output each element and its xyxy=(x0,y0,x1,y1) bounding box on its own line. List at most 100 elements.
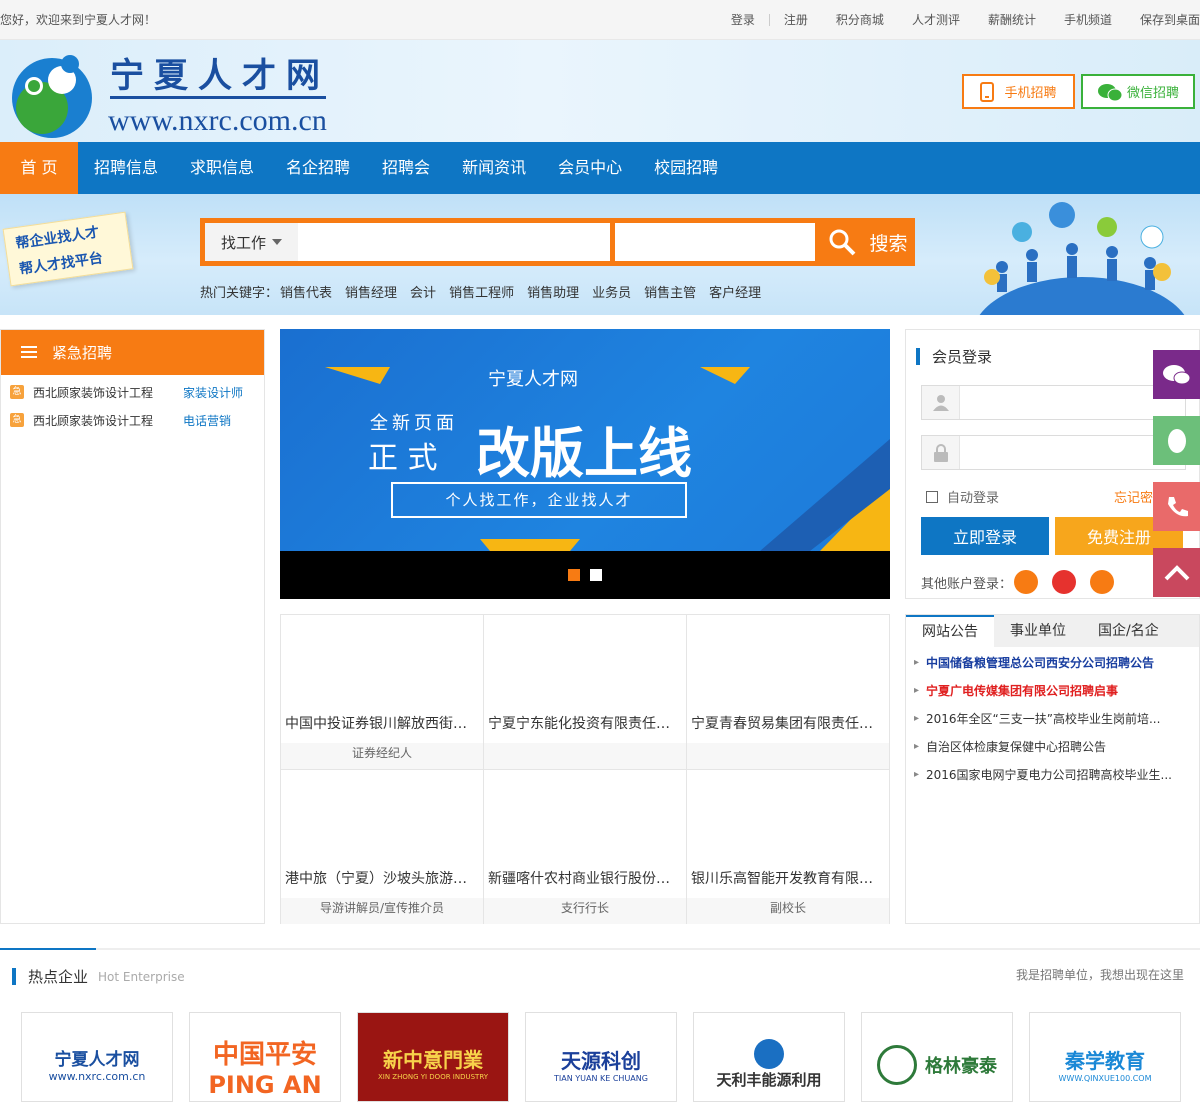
password-field[interactable] xyxy=(921,435,1186,470)
phone-float-button[interactable] xyxy=(1153,482,1200,531)
points-mall-link[interactable]: 积分商城 xyxy=(822,11,898,28)
nav-campus[interactable]: 校园招聘 xyxy=(638,142,734,194)
hot-keyword[interactable]: 销售主管 xyxy=(644,282,696,301)
company-job[interactable] xyxy=(484,743,686,769)
talent-test-link[interactable]: 人才测评 xyxy=(898,11,974,28)
back-to-top-button[interactable] xyxy=(1153,548,1200,597)
site-logo[interactable]: 宁夏人才网 www.nxrc.com.cn xyxy=(4,46,334,138)
enterprise-logo[interactable]: 天利丰能源利用 xyxy=(693,1012,845,1102)
enterprise-logo-text: 天源科创 xyxy=(561,1049,641,1073)
logo-url: www.nxrc.com.cn xyxy=(108,104,327,137)
notice-item[interactable]: 宁夏广电传媒集团有限公司招聘启事 xyxy=(906,677,1199,705)
register-link[interactable]: 注册 xyxy=(770,11,822,28)
company-name[interactable]: 宁夏宁东能化投资有限责任公司 xyxy=(484,713,686,733)
qq-login-icon[interactable] xyxy=(1014,570,1039,594)
nav-member-center[interactable]: 会员中心 xyxy=(542,142,638,194)
hot-keyword[interactable]: 业务员 xyxy=(592,282,631,301)
enterprise-logo[interactable]: 新中意門業 XIN ZHONG YI DOOR INDUSTRY xyxy=(357,1012,509,1102)
nav-famous-companies[interactable]: 名企招聘 xyxy=(270,142,366,194)
hot-keyword[interactable]: 客户经理 xyxy=(709,282,761,301)
hot-keyword[interactable]: 销售经理 xyxy=(345,282,397,301)
banner-image: 宁夏人才网 全新页面 正 式 改版上线 个人找工作，企业找人才 xyxy=(280,329,890,551)
hero-banner[interactable]: 宁夏人才网 全新页面 正 式 改版上线 个人找工作，企业找人才 xyxy=(280,329,890,599)
enterprise-logo[interactable]: 格林豪泰 xyxy=(861,1012,1013,1102)
urgent-job[interactable]: 家装设计师 xyxy=(183,384,243,401)
nav-news[interactable]: 新闻资讯 xyxy=(446,142,542,194)
nav-jobs[interactable]: 招聘信息 xyxy=(78,142,174,194)
location-input[interactable] xyxy=(615,223,815,261)
urgent-jobs-panel: 紧急招聘 急 西北顾家装饰设计工程 家装设计师 急 西北顾家装饰设计工程 电话营… xyxy=(0,329,265,924)
globe-people-illustration xyxy=(979,202,1185,315)
company-name[interactable]: 新疆喀什农村商业银行股份有... xyxy=(484,868,686,888)
company-card[interactable]: 新疆喀什农村商业银行股份有... 支行行长 xyxy=(484,770,687,924)
hot-keyword[interactable]: 会计 xyxy=(410,282,436,301)
tab-state-enterprises[interactable]: 国企/名企 xyxy=(1082,615,1175,647)
slide-dot-active[interactable] xyxy=(568,569,580,581)
tab-public-institutions[interactable]: 事业单位 xyxy=(994,615,1082,647)
company-job[interactable]: 支行行长 xyxy=(484,898,686,924)
mobile-channel-link[interactable]: 手机频道 xyxy=(1050,11,1126,28)
enterprise-logo-sub: PING AN xyxy=(208,1070,322,1099)
enterprise-logo-text: 秦学教育 xyxy=(1065,1049,1145,1073)
tab-site-notice[interactable]: 网站公告 xyxy=(906,615,994,647)
login-link[interactable]: 登录 xyxy=(717,11,769,28)
hot-keyword[interactable]: 销售工程师 xyxy=(449,282,514,301)
auto-login-checkbox[interactable]: 自动登录 xyxy=(926,487,999,506)
enterprise-logo[interactable]: 秦学教育 WWW.QINXUE100.COM xyxy=(1029,1012,1181,1102)
mobile-recruit-button[interactable]: 手机招聘 xyxy=(962,74,1075,109)
company-card[interactable]: 港中旅（宁夏）沙坡头旅游景... 导游讲解员/宣传推介员 xyxy=(281,770,484,924)
notice-item[interactable]: 2016年全区“三支一扶”高校毕业生岗前培... xyxy=(906,705,1199,733)
wechat-recruit-button[interactable]: 微信招聘 xyxy=(1081,74,1195,109)
company-card[interactable]: 宁夏宁东能化投资有限责任公司 xyxy=(484,615,687,770)
notice-item[interactable]: 自治区体检康复保健中心招聘公告 xyxy=(906,733,1199,761)
username-field[interactable] xyxy=(921,385,1186,420)
company-job[interactable] xyxy=(687,743,889,769)
company-job[interactable]: 副校长 xyxy=(687,898,889,924)
enterprise-logo[interactable]: 宁夏人才网 www.nxrc.com.cn xyxy=(21,1012,173,1102)
nav-job-fair[interactable]: 招聘会 xyxy=(366,142,446,194)
enterprise-logo[interactable]: 中国平安 PING AN xyxy=(189,1012,341,1102)
company-name[interactable]: 银川乐高智能开发教育有限公司 xyxy=(687,868,889,888)
save-desktop-link[interactable]: 保存到桌面 xyxy=(1126,11,1200,28)
notice-item[interactable]: 中国储备粮管理总公司西安分公司招聘公告 xyxy=(906,649,1199,677)
hot-enterprise-section: 热点企业 Hot Enterprise 我是招聘单位，我想出现在这里 宁夏人才网… xyxy=(0,948,1200,1102)
company-card[interactable]: 中国中投证券银川解放西街营... 证券经纪人 xyxy=(281,615,484,770)
section-accent xyxy=(0,948,96,950)
keyword-input[interactable] xyxy=(298,223,610,261)
urgent-job-row[interactable]: 急 西北顾家装饰设计工程 电话营销 xyxy=(1,406,264,434)
login-button[interactable]: 立即登录 xyxy=(921,517,1049,555)
company-card[interactable]: 银川乐高智能开发教育有限公司副校长 xyxy=(687,770,889,924)
site-header: 宁夏人才网 www.nxrc.com.cn 手机招聘 微信招聘 xyxy=(0,40,1200,142)
notice-item[interactable]: 2016国家电网宁夏电力公司招聘高校毕业生... xyxy=(906,761,1199,789)
hot-keyword[interactable]: 销售代表 xyxy=(280,282,332,301)
nav-resumes[interactable]: 求职信息 xyxy=(174,142,270,194)
enterprise-logo[interactable]: 天源科创 TIAN YUAN KE CHUANG xyxy=(525,1012,677,1102)
qq-float-button[interactable] xyxy=(1153,416,1200,465)
hot-keywords: 热门关键字： 销售代表 销售经理 会计 销售工程师 销售助理 业务员 销售主管 … xyxy=(200,282,774,301)
forgot-password-link[interactable]: 忘记密码 xyxy=(1114,487,1154,506)
featured-companies: 中国中投证券银川解放西街营... 证券经纪人 宁夏宁东能化投资有限责任公司 宁夏青… xyxy=(280,614,890,924)
wechat-float-button[interactable] xyxy=(1153,350,1200,399)
nav-home[interactable]: 首 页 xyxy=(0,142,78,194)
search-button-label: 搜索 xyxy=(869,232,908,255)
logo-title: 宁夏人才网 xyxy=(110,56,330,96)
weibo-login-icon[interactable] xyxy=(1052,570,1077,594)
slide-dot[interactable] xyxy=(590,569,602,581)
search-button[interactable]: 搜索 xyxy=(820,218,915,266)
urgent-job-row[interactable]: 急 西北顾家装饰设计工程 家装设计师 xyxy=(1,378,264,406)
main-nav: 首 页 招聘信息 求职信息 名企招聘 招聘会 新闻资讯 会员中心 校园招聘 xyxy=(0,142,1200,194)
company-name[interactable]: 港中旅（宁夏）沙坡头旅游景... xyxy=(281,868,483,888)
taobao-login-icon[interactable] xyxy=(1090,570,1115,594)
urgent-job[interactable]: 电话营销 xyxy=(183,412,231,429)
search-type-select[interactable]: 找工作 xyxy=(205,223,298,261)
company-card[interactable]: 宁夏青春贸易集团有限责任公司 xyxy=(687,615,889,770)
company-name[interactable]: 中国中投证券银川解放西街营... xyxy=(281,713,483,733)
urgent-company[interactable]: 西北顾家装饰设计工程 xyxy=(33,384,183,401)
urgent-company[interactable]: 西北顾家装饰设计工程 xyxy=(33,412,183,429)
hot-keyword[interactable]: 销售助理 xyxy=(527,282,579,301)
company-job[interactable]: 导游讲解员/宣传推介员 xyxy=(281,898,483,924)
company-job[interactable]: 证券经纪人 xyxy=(281,743,483,769)
company-name[interactable]: 宁夏青春贸易集团有限责任公司 xyxy=(687,713,889,733)
advertise-link[interactable]: 我是招聘单位，我想出现在这里 xyxy=(1016,966,1184,983)
salary-stats-link[interactable]: 薪酬统计 xyxy=(974,11,1050,28)
